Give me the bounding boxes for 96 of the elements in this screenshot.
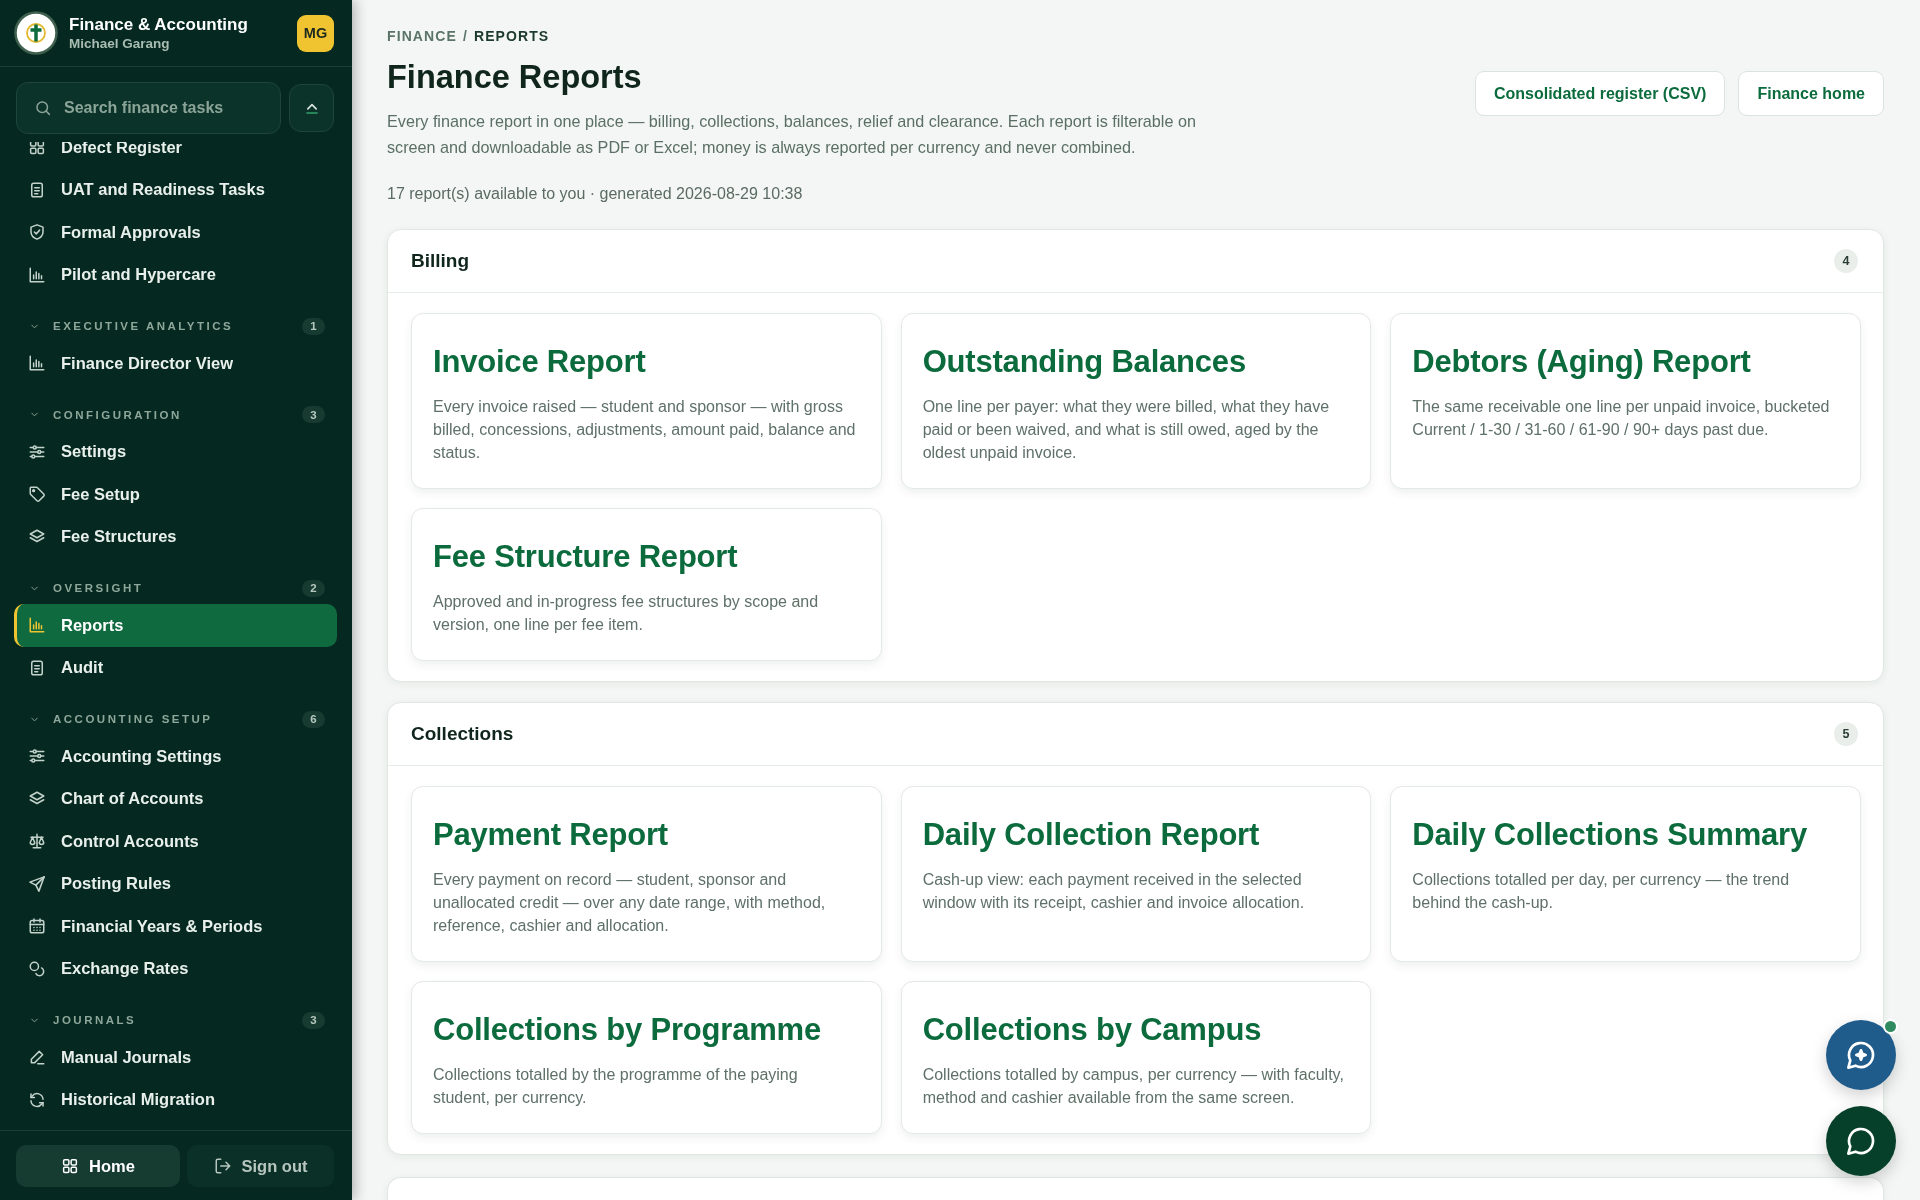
bar-chart-icon (28, 616, 46, 635)
report-card[interactable]: Collections by Programme Collections totalled by the programme of the paying student, per currency. (411, 981, 882, 1134)
clipboard-icon (28, 658, 46, 677)
breadcrumb-link[interactable]: FINANCE (387, 26, 457, 46)
paper-plane-icon (28, 874, 46, 893)
count-badge: 1 (302, 317, 325, 335)
action-button[interactable]: Finance home (1738, 71, 1884, 116)
report-title: Collections by Programme (433, 1011, 822, 1049)
nav-item[interactable]: Historical Migration (14, 1078, 337, 1121)
report-description: Every invoice raised — student and sponsor — with gross billed, concessions, adjustments, amount paid, balance and status. (433, 397, 857, 463)
report-description: Cash-up view: each payment received in the selected window with its receipt, cashier and invoice allocation. (922, 870, 1306, 913)
chat-button[interactable] (1826, 1106, 1896, 1176)
nav-section-label: OVERSIGHT (53, 582, 145, 594)
page-title: Finance Reports (387, 58, 643, 97)
report-title: Payment Report (433, 816, 669, 854)
report-card[interactable]: Invoice Report Every invoice raised — student and sponsor — with gross billed, concessions, adjustments, amount paid, balance and status. (411, 313, 882, 489)
report-count-text: 17 report(s) available to you · generated 2026-08-29 10:38 (387, 184, 804, 204)
collapse-button[interactable] (289, 84, 334, 132)
report-description: Collections totalled by campus, per currency — with faculty, method and cashier available from the same screen. (922, 1065, 1345, 1108)
breadcrumb-separator: / (462, 27, 468, 46)
nav-item[interactable]: Manual Journals (14, 1036, 337, 1079)
report-title: Fee Structure Report (433, 538, 739, 576)
shield-check-icon (28, 223, 46, 242)
bar-chart-icon (28, 354, 46, 373)
report-card[interactable]: Payment Report Every payment on record — student, sponsor and unallocated credit — over any date range, with method, reference, cashier and allocation. (411, 786, 882, 962)
section-title: Billing (411, 250, 470, 272)
report-description: Approved and in-progress fee structures by scope and version, one line per fee item. (433, 592, 820, 635)
home-button[interactable]: Home (16, 1145, 180, 1187)
clipboard-icon (28, 180, 46, 199)
count-badge: 6 (302, 710, 325, 728)
report-card[interactable]: Fee Structure Report Approved and in-progress fee structures by scope and version, one line per fee item. (411, 508, 882, 661)
nav-item[interactable]: Chart of Accounts (14, 777, 337, 820)
report-title: Daily Collections Summary (1412, 816, 1808, 854)
report-description: Every payment on record — student, sponsor and unallocated credit — over any date range, with method, reference, cashier and allocation. (433, 870, 827, 936)
nav-section-label: CONFIGURATION (53, 408, 183, 421)
page-description: Every finance report in one place — billing, collections, balances, relief and clearance. Each report is filterable on screen and downloadable as PDF or Excel; money is always reported per currency and never combined. (387, 111, 1197, 158)
nav-item[interactable]: Financial Years & Periods (14, 905, 337, 948)
action-button[interactable]: Consolidated register (CSV) (1474, 71, 1726, 116)
nav-section-label: EXECUTIVE ANALYTICS (53, 320, 235, 332)
report-card[interactable]: Daily Collection Report Cash-up view: each payment received in the selected window with its receipt, cashier and invoice allocation. (900, 786, 1372, 962)
report-description: The same receivable one line per unpaid invoice, bucketed Current / 1-30 / 31-60 / 61-90 / 90+ days past due. (1412, 397, 1831, 440)
nav-item[interactable]: Fee Setup (14, 473, 337, 516)
nav-item[interactable]: Fee Structures (14, 515, 337, 558)
report-card[interactable]: Debtors (Aging) Report The same receivable one line per unpaid invoice, bucketed Current / 1-30 / 31-60 / 61-90 / 90+ days past due. (1390, 313, 1861, 489)
grid-icon (28, 142, 46, 157)
report-description: Collections totalled by the programme of the paying student, per currency. (433, 1065, 799, 1108)
count-badge: 3 (302, 406, 325, 423)
sign-out-button[interactable]: Sign out (187, 1145, 334, 1187)
report-card[interactable]: Daily Collections Summary Collections totalled per day, per currency — the trend behind the cash-up. (1390, 786, 1861, 962)
search-icon (34, 99, 52, 117)
coins-icon (28, 959, 46, 978)
nav-section-label: JOURNALS (53, 1014, 138, 1026)
nav-item[interactable]: Audit (14, 646, 337, 689)
report-title: Invoice Report (433, 343, 647, 381)
user-avatar[interactable]: MG (297, 14, 334, 52)
breadcrumb-current: REPORTS (473, 27, 550, 46)
nav-item[interactable]: Settings (14, 430, 337, 473)
count-badge: 3 (302, 1011, 325, 1029)
sliders-icon (28, 747, 46, 766)
nav-item[interactable]: Pilot and Hypercare (14, 253, 337, 296)
nav-item[interactable]: Posting Rules (14, 862, 337, 905)
report-description: Collections totalled per day, per currency — the trend behind the cash-up. (1412, 870, 1791, 913)
tag-icon (28, 485, 46, 504)
report-title: Debtors (Aging) Report (1412, 343, 1752, 381)
count-badge: 2 (302, 579, 325, 597)
report-title: Outstanding Balances (922, 343, 1247, 381)
section-title: Collections (411, 723, 514, 745)
nav-item[interactable]: Control Accounts (14, 820, 337, 863)
search-field[interactable]: Search finance tasks (16, 82, 281, 134)
nav-item[interactable]: Finance Director View (14, 342, 337, 385)
grid-icon (61, 1157, 80, 1175)
nav-item[interactable]: UAT and Readiness Tasks (14, 168, 337, 211)
refresh-icon (28, 1090, 46, 1109)
nav-item[interactable]: Reports (14, 604, 337, 647)
report-card[interactable]: Outstanding Balances One line per payer: what they were billed, what they have paid or been waived, and what is still owed, aged by the oldest unpaid invoice. (900, 313, 1372, 489)
report-description: One line per payer: what they were billed, what they have paid or been waived, and what is still owed, aged by the oldest unpaid invoice. (922, 397, 1331, 463)
nav-section-label: ACCOUNTING SETUP (53, 713, 214, 725)
user-name: Michael Garang (69, 34, 171, 53)
chat-bubble-icon (1845, 1125, 1877, 1157)
scale-icon (28, 832, 46, 851)
count-badge: 5 (1834, 722, 1858, 746)
sliders-icon (28, 442, 46, 461)
bar-chart-icon (28, 265, 46, 284)
nav-item[interactable]: Exchange Rates (14, 947, 337, 990)
report-title: Daily Collection Report (922, 816, 1261, 854)
calendar-icon (28, 917, 46, 936)
nav-item[interactable]: Accounting Settings (14, 735, 337, 778)
count-badge: 4 (1834, 249, 1858, 273)
crest-logo-icon (14, 11, 58, 55)
nav-item[interactable]: Formal Approvals (14, 211, 337, 254)
app-title: Finance & Accounting (69, 13, 249, 35)
report-title: Collections by Campus (922, 1011, 1263, 1049)
report-card[interactable]: Collections by Campus Collections totalled by campus, per currency — with faculty, method and cashier available from the same screen. (900, 981, 1372, 1134)
chat-sparkle-icon (1845, 1039, 1877, 1071)
pencil-icon (28, 1048, 46, 1067)
sign-out-icon (213, 1157, 232, 1175)
